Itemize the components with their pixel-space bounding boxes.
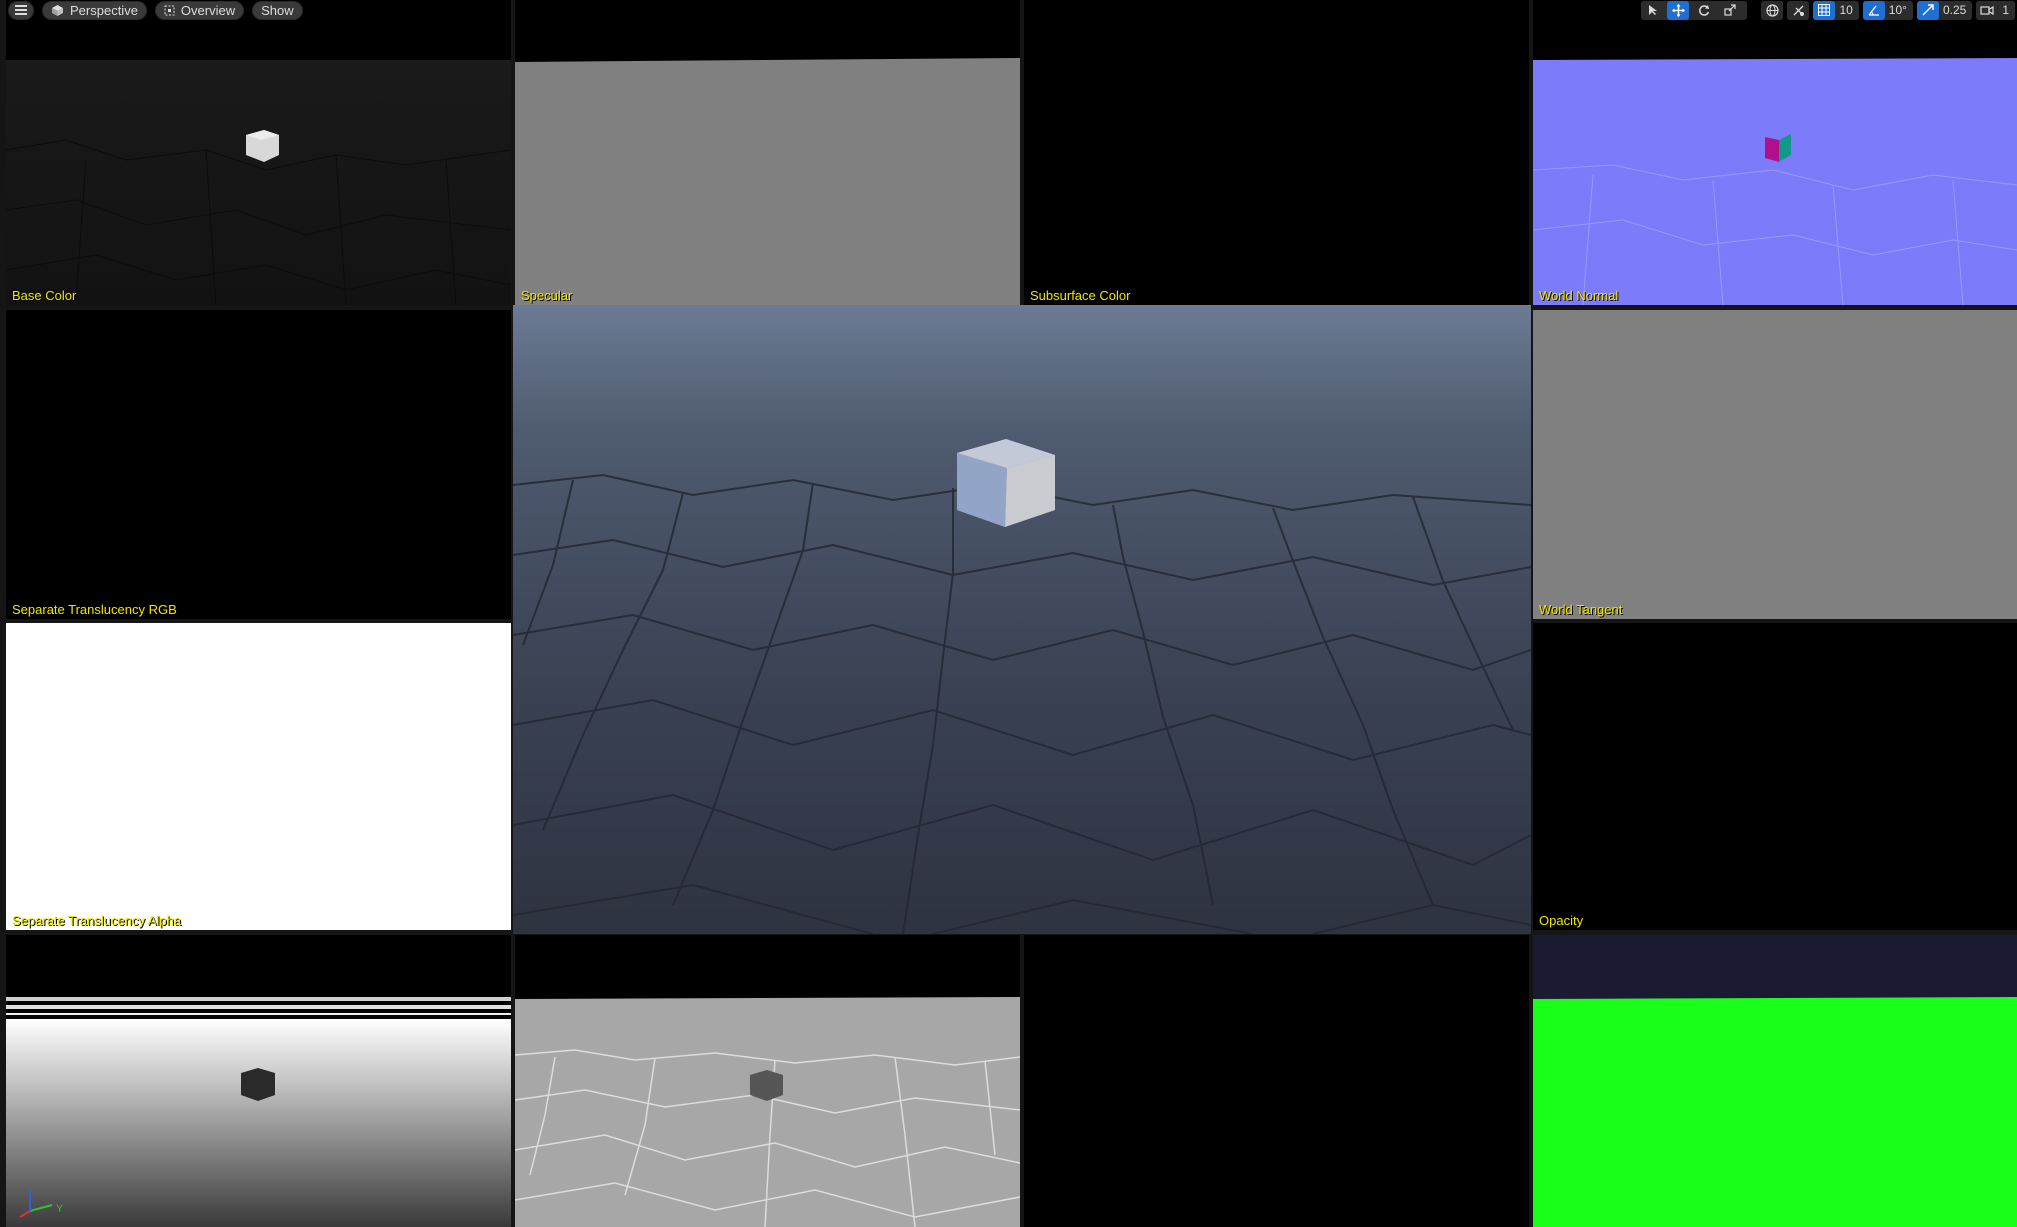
- separate-translucency-alpha-pane[interactable]: Separate Translucency Alpha: [6, 623, 511, 930]
- transform-tools-group: [1641, 0, 1748, 20]
- camera-speed-group[interactable]: 1: [1976, 0, 2015, 20]
- grid-snap-toggle[interactable]: [1813, 0, 1836, 20]
- cube-icon: [52, 4, 63, 16]
- base-color-preview: [6, 60, 511, 305]
- world-local-toggle-button[interactable]: [1761, 0, 1784, 20]
- rotation-snap-value[interactable]: 10°: [1889, 3, 1907, 17]
- metallic-pane[interactable]: [1533, 935, 2017, 1227]
- grid-snap-group[interactable]: 10: [1813, 0, 1859, 20]
- viewport-toolbar-right: 10 10° 0.25 1: [1641, 0, 2015, 20]
- surface-snap-icon: [1793, 5, 1804, 16]
- viewport-toolbar-left: Perspective Overview Show: [8, 0, 303, 20]
- rotate-tool-button[interactable]: [1693, 1, 1715, 20]
- surface-snapping-button[interactable]: [1787, 0, 1810, 20]
- angle-icon: [1868, 5, 1879, 16]
- ambient-occlusion-pane[interactable]: [1024, 935, 1529, 1227]
- rotation-snap-group[interactable]: 10°: [1862, 0, 1913, 20]
- overview-label: Overview: [180, 2, 236, 18]
- pane-label-opacity: Opacity: [1539, 913, 1584, 928]
- globe-icon: [1766, 3, 1779, 17]
- show-button[interactable]: Show: [252, 0, 303, 20]
- roughness-pane[interactable]: [515, 935, 1020, 1227]
- viewport-menu-button[interactable]: [8, 0, 34, 20]
- rotation-snap-toggle[interactable]: [1862, 0, 1885, 20]
- show-label: Show: [261, 2, 294, 18]
- main-viewport-scene: [513, 305, 1531, 934]
- world-tangent-pane[interactable]: World Tangent: [1533, 310, 2017, 619]
- perspective-label: Perspective: [70, 2, 138, 18]
- subsurface-color-pane[interactable]: Subsurface Color: [1024, 0, 1529, 305]
- base-color-pane[interactable]: Base Color: [6, 0, 511, 305]
- video-camera-icon: [1980, 5, 1994, 15]
- pane-label-subsurface-color: Subsurface Color: [1030, 288, 1131, 303]
- specular-preview: [515, 58, 1020, 305]
- hamburger-icon: [15, 5, 27, 15]
- main-perspective-viewport[interactable]: [513, 305, 1531, 934]
- scene-depth-preview: [6, 997, 511, 1227]
- roughness-preview: [515, 997, 1020, 1227]
- pane-label-world-normal: World Normal: [1539, 288, 1619, 303]
- pane-label-world-tangent: World Tangent: [1539, 602, 1623, 617]
- view-mode-icon: [164, 5, 175, 15]
- scale-snap-toggle[interactable]: [1916, 0, 1939, 20]
- grid-icon: [1818, 4, 1831, 16]
- metallic-preview: [1533, 997, 2017, 1227]
- scale-tool-button[interactable]: [1719, 1, 1741, 20]
- scale-snap-group[interactable]: 0.25: [1916, 0, 1973, 20]
- grid-snap-value[interactable]: 10: [1839, 3, 1852, 17]
- scale-icon: [1724, 4, 1737, 16]
- pane-label-specular: Specular: [521, 288, 573, 303]
- axis-gizmo: [19, 1189, 53, 1218]
- perspective-button[interactable]: Perspective: [42, 0, 147, 20]
- scale-snap-value[interactable]: 0.25: [1943, 3, 1966, 17]
- opacity-pane[interactable]: Opacity: [1533, 623, 2017, 930]
- specular-pane[interactable]: Specular: [515, 0, 1020, 305]
- separate-translucency-rgb-pane[interactable]: Separate Translucency RGB: [6, 310, 511, 619]
- world-normal-pane[interactable]: World Normal: [1533, 0, 2017, 305]
- pane-label-base-color: Base Color: [12, 288, 77, 303]
- pane-label-separate-translucency-rgb: Separate Translucency RGB: [12, 602, 177, 617]
- camera-speed-value[interactable]: 1: [2002, 3, 2009, 17]
- select-tool-button[interactable]: [1641, 1, 1663, 20]
- world-normal-preview: [1533, 58, 2017, 305]
- camera-speed-button[interactable]: [1976, 1, 1998, 20]
- rotate-icon: [1699, 5, 1710, 16]
- translate-tool-button[interactable]: [1667, 0, 1690, 20]
- move-arrows-icon: [1671, 3, 1685, 17]
- scene-depth-pane[interactable]: Y: [6, 935, 511, 1227]
- overview-button[interactable]: Overview: [154, 0, 245, 20]
- cursor-arrow-icon: [1648, 5, 1657, 15]
- gizmo-y-label: Y: [56, 1203, 64, 1215]
- scale-snap-icon: [1922, 4, 1934, 16]
- pane-label-separate-translucency-alpha: Separate Translucency Alpha: [12, 913, 182, 928]
